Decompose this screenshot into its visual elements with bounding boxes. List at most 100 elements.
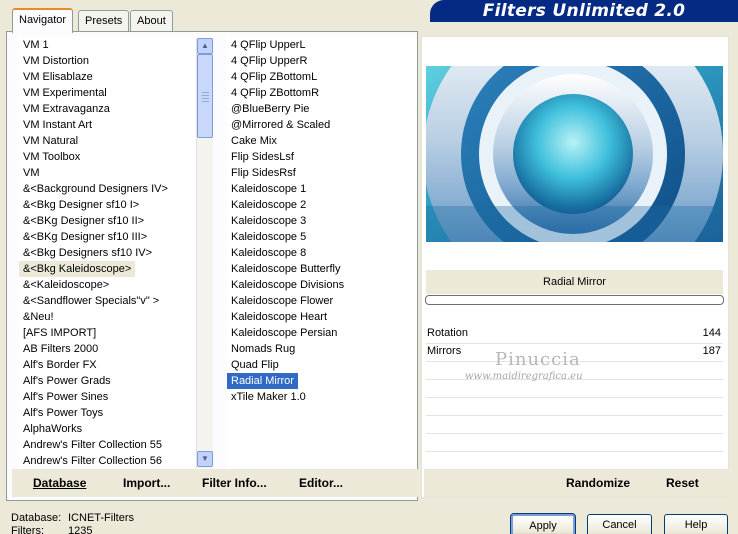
list-item[interactable]: VM xyxy=(19,165,196,181)
status-label: Database: xyxy=(11,512,62,524)
list-item-label: Cake Mix xyxy=(231,135,277,147)
list-item[interactable]: @Mirrored & Scaled xyxy=(227,117,417,133)
list-item-label: xTile Maker 1.0 xyxy=(231,391,306,403)
status-value: 1235 xyxy=(68,525,93,534)
param-rotation[interactable]: Rotation 144 xyxy=(426,325,723,343)
list-item[interactable]: Alf's Power Sines xyxy=(19,389,196,405)
filter-list[interactable]: 4 QFlip UpperL 4 QFlip UpperR 4 QFlip ZBot… xyxy=(227,37,417,469)
list-item[interactable]: 4 QFlip UpperL xyxy=(227,37,417,53)
list-item[interactable]: &<BKg Designer sf10 II> xyxy=(19,213,196,229)
list-item[interactable]: Kaleidoscope 3 xyxy=(227,213,417,229)
list-item[interactable]: Kaleidoscope 5 xyxy=(227,229,417,245)
list-item[interactable]: VM 1 xyxy=(19,37,196,53)
list-item[interactable]: &<Bkg Kaleidoscope> xyxy=(19,261,196,277)
list-item[interactable]: Nomads Rug xyxy=(227,341,417,357)
list-item[interactable]: Alf's Power Grads xyxy=(19,373,196,389)
list-item-label: VM Toolbox xyxy=(23,151,81,163)
list-item[interactable]: 4 QFlip ZBottomR xyxy=(227,85,417,101)
list-item[interactable]: Kaleidoscope Butterfly xyxy=(227,261,417,277)
list-item[interactable]: VM Distortion xyxy=(19,53,196,69)
list-item[interactable]: Kaleidoscope 2 xyxy=(227,197,417,213)
list-item[interactable]: &<Bkg Designers sf10 IV> xyxy=(19,245,196,261)
list-item-label: AlphaWorks xyxy=(23,423,83,435)
list-item[interactable]: xTile Maker 1.0 xyxy=(227,389,417,405)
filter-preview xyxy=(426,66,723,242)
randomize-button[interactable]: Randomize xyxy=(566,476,630,490)
status-database: Database: ICNET-Filters xyxy=(11,512,134,524)
preview-image xyxy=(426,66,723,242)
list-item[interactable]: @BlueBerry Pie xyxy=(227,101,417,117)
list-item[interactable]: AlphaWorks xyxy=(19,421,196,437)
list-item-label: &<Bkg Kaleidoscope> xyxy=(19,261,136,277)
list-item[interactable]: Cake Mix xyxy=(227,133,417,149)
list-item[interactable]: Kaleidoscope 8 xyxy=(227,245,417,261)
list-item-label: VM Elisablaze xyxy=(23,71,93,83)
list-item[interactable]: &Neu! xyxy=(19,309,196,325)
list-item[interactable]: Radial Mirror xyxy=(227,373,417,389)
list-item[interactable]: Quad Flip xyxy=(227,357,417,373)
list-item[interactable]: VM Instant Art xyxy=(19,117,196,133)
list-item[interactable]: VM Natural xyxy=(19,133,196,149)
list-item[interactable]: Alf's Power Toys xyxy=(19,405,196,421)
list-item-label: Alf's Border FX xyxy=(23,359,97,371)
list-item[interactable]: &<Bkg Designer sf10 I> xyxy=(19,197,196,213)
tab-navigator[interactable]: Navigator xyxy=(12,8,74,33)
list-item-label: VM Extravaganza xyxy=(23,103,110,115)
list-item[interactable]: Kaleidoscope Flower xyxy=(227,293,417,309)
category-scrollbar[interactable]: ▲ ▼ xyxy=(196,38,213,468)
list-item-label: Kaleidoscope 8 xyxy=(231,247,307,259)
list-item[interactable]: 4 QFlip UpperR xyxy=(227,53,417,69)
list-item-label: &<BKg Designer sf10 II> xyxy=(23,215,145,227)
list-item-label: Kaleidoscope 2 xyxy=(231,199,307,211)
watermark-url: www.maidiregrafica.eu xyxy=(465,371,583,382)
list-item[interactable]: Kaleidoscope Persian xyxy=(227,325,417,341)
list-item[interactable]: AB Filters 2000 xyxy=(19,341,196,357)
list-item[interactable]: VM Experimental xyxy=(19,85,196,101)
status-filters: Filters: 1235 xyxy=(11,525,92,534)
list-item[interactable]: VM Toolbox xyxy=(19,149,196,165)
divider xyxy=(426,397,723,398)
apply-button-label: Apply xyxy=(529,520,557,532)
list-item[interactable]: Alf's Border FX xyxy=(19,357,196,373)
category-list[interactable]: VM 1 VM Distortion VM Elisablaze VM Experim… xyxy=(19,37,196,469)
apply-button[interactable]: Apply xyxy=(510,513,576,534)
database-button[interactable]: Database xyxy=(33,476,86,490)
reset-button[interactable]: Reset xyxy=(666,476,699,490)
list-item[interactable]: &<Background Designers IV> xyxy=(19,181,196,197)
list-item[interactable]: Andrew's Filter Collection 56 xyxy=(19,453,196,469)
list-item-label: VM Experimental xyxy=(23,87,107,99)
list-item[interactable]: &<Sandflower Specials"v" > xyxy=(19,293,196,309)
list-item-label: Alf's Power Sines xyxy=(23,391,109,403)
cancel-button[interactable]: Cancel xyxy=(587,514,652,534)
list-item-label: Kaleidoscope 3 xyxy=(231,215,307,227)
list-item[interactable]: &<Kaleidoscope> xyxy=(19,277,196,293)
tab-presets[interactable]: Presets xyxy=(78,10,130,32)
list-item[interactable]: [AFS IMPORT] xyxy=(19,325,196,341)
list-item[interactable]: Flip SidesLsf xyxy=(227,149,417,165)
watermark-signature: Pinuccia xyxy=(495,349,581,370)
list-item[interactable]: Andrew's Filter Collection 55 xyxy=(19,437,196,453)
filter-info-button[interactable]: Filter Info... xyxy=(202,476,267,490)
list-item-label: Kaleidoscope Divisions xyxy=(231,279,345,291)
list-item[interactable]: Flip SidesRsf xyxy=(227,165,417,181)
import-button[interactable]: Import... xyxy=(123,476,170,490)
param-label: Mirrors xyxy=(427,345,462,357)
list-item[interactable]: 4 QFlip ZBottomL xyxy=(227,69,417,85)
tab-about[interactable]: About xyxy=(130,10,173,32)
list-item[interactable]: VM Extravaganza xyxy=(19,101,196,117)
list-item-label: &<Bkg Designers sf10 IV> xyxy=(23,247,153,259)
scrollbar-thumb[interactable] xyxy=(197,54,213,138)
param-value: 144 xyxy=(702,327,721,339)
list-item-label: &<Kaleidoscope> xyxy=(23,279,110,291)
list-item[interactable]: Kaleidoscope Heart xyxy=(227,309,417,325)
chevron-down-icon[interactable]: ▼ xyxy=(197,451,213,467)
help-button-label: Help xyxy=(684,519,708,531)
chevron-up-icon[interactable]: ▲ xyxy=(197,38,213,54)
help-button[interactable]: Help xyxy=(664,514,728,534)
status-label: Filters: xyxy=(11,525,44,534)
list-item[interactable]: VM Elisablaze xyxy=(19,69,196,85)
list-item[interactable]: Kaleidoscope Divisions xyxy=(227,277,417,293)
editor-button[interactable]: Editor... xyxy=(299,476,343,490)
list-item[interactable]: Kaleidoscope 1 xyxy=(227,181,417,197)
list-item[interactable]: &<BKg Designer sf10 III> xyxy=(19,229,196,245)
